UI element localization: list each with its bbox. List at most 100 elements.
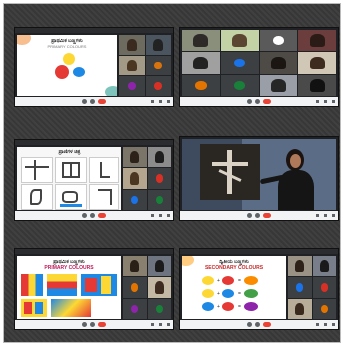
participant-tile[interactable] xyxy=(147,277,171,298)
chat-icon[interactable] xyxy=(324,214,327,217)
participant-tile[interactable] xyxy=(298,74,336,96)
camera-button[interactable] xyxy=(90,99,95,104)
activities-icon[interactable] xyxy=(332,214,335,217)
activities-icon[interactable] xyxy=(332,323,335,326)
meeting-controls xyxy=(180,320,338,329)
meeting-side-icons xyxy=(151,214,170,217)
participant-tile[interactable] xyxy=(182,30,220,52)
participant-tile[interactable] xyxy=(123,277,147,298)
participant-tile[interactable] xyxy=(312,256,336,277)
presentation-slide: ದ್ವಿತೀಯ ಬಣ್ಣಗಳು SECONDARY COLOURS + = + … xyxy=(182,256,286,319)
mic-button[interactable] xyxy=(247,213,252,218)
end-call-button[interactable] xyxy=(263,99,271,104)
end-call-button[interactable] xyxy=(98,213,106,218)
camera-button[interactable] xyxy=(90,322,95,327)
end-call-button[interactable] xyxy=(263,322,271,327)
activities-icon[interactable] xyxy=(167,323,170,326)
building-image xyxy=(21,299,47,317)
participant-tile[interactable] xyxy=(312,298,336,319)
participant-tile[interactable] xyxy=(288,277,312,298)
meeting-controls xyxy=(15,97,173,106)
meeting-screenshot-6: ದ್ವಿತೀಯ ಬಣ್ಣಗಳು SECONDARY COLOURS + = + … xyxy=(180,249,338,329)
participant-tile[interactable] xyxy=(298,52,336,74)
people-icon[interactable] xyxy=(151,100,154,103)
mic-button[interactable] xyxy=(82,99,87,104)
participant-tile[interactable] xyxy=(220,52,259,74)
participant-tile[interactable] xyxy=(259,74,298,96)
participant-tile[interactable] xyxy=(147,147,171,168)
camera-button[interactable] xyxy=(255,213,260,218)
people-icon[interactable] xyxy=(151,323,154,326)
participant-tile[interactable] xyxy=(147,298,171,319)
participant-tile[interactable] xyxy=(123,298,147,319)
end-call-button[interactable] xyxy=(98,99,106,104)
participant-tile[interactable] xyxy=(119,55,145,76)
camera-button[interactable] xyxy=(255,99,260,104)
activities-icon[interactable] xyxy=(167,100,170,103)
meeting-side-icons xyxy=(316,214,335,217)
mic-button[interactable] xyxy=(247,322,252,327)
end-call-button[interactable] xyxy=(98,322,106,327)
participant-tile[interactable] xyxy=(288,256,312,277)
chat-icon[interactable] xyxy=(324,323,327,326)
participant-tile[interactable] xyxy=(147,168,171,189)
chart-board xyxy=(200,144,260,200)
drawing-card xyxy=(89,184,119,210)
people-icon[interactable] xyxy=(151,214,154,217)
participant-tile[interactable] xyxy=(147,256,171,277)
camera-button[interactable] xyxy=(90,213,95,218)
participant-tile[interactable] xyxy=(312,277,336,298)
people-icon[interactable] xyxy=(316,100,319,103)
participant-tile[interactable] xyxy=(220,74,259,96)
participant-tile[interactable] xyxy=(123,168,147,189)
chat-icon[interactable] xyxy=(324,100,327,103)
participant-tile[interactable] xyxy=(259,52,298,74)
mic-button[interactable] xyxy=(247,99,252,104)
yellow-circle xyxy=(63,53,75,65)
participant-tile[interactable] xyxy=(119,76,145,96)
participant-tile[interactable] xyxy=(123,189,147,210)
participant-tile[interactable] xyxy=(288,298,312,319)
rubiks-cube-image xyxy=(21,274,43,296)
participant-grid xyxy=(123,147,171,210)
participant-tile[interactable] xyxy=(259,30,298,52)
presentation-slide: ಪ್ರಾಥಮಿಕ ಬಣ್ಣಗಳು PRIMARY COLOURS xyxy=(17,256,121,319)
camera-button[interactable] xyxy=(255,322,260,327)
tiles-image xyxy=(47,274,77,296)
participant-tile[interactable] xyxy=(220,30,259,52)
main-video xyxy=(182,139,336,210)
paint-splash-decoration xyxy=(105,86,117,96)
activities-icon[interactable] xyxy=(332,100,335,103)
drawing-card xyxy=(55,157,87,183)
participant-grid xyxy=(288,256,336,319)
activities-icon[interactable] xyxy=(167,214,170,217)
participant-tile[interactable] xyxy=(119,35,145,55)
people-icon[interactable] xyxy=(316,323,319,326)
window-titlebar xyxy=(15,140,173,145)
participant-tile[interactable] xyxy=(182,74,220,96)
teacher-face xyxy=(290,154,301,168)
mic-button[interactable] xyxy=(82,213,87,218)
painting-image xyxy=(51,299,91,317)
people-icon[interactable] xyxy=(316,214,319,217)
drawing-card xyxy=(21,184,53,210)
participant-tile[interactable] xyxy=(298,30,336,52)
participant-tile[interactable] xyxy=(123,147,147,168)
participant-tile[interactable] xyxy=(147,189,171,210)
color-mix-row: + = xyxy=(202,276,272,286)
participant-tile[interactable] xyxy=(145,35,171,55)
participant-tile[interactable] xyxy=(182,52,220,74)
slide-subtitle: SECONDARY COLOURS xyxy=(204,265,264,271)
end-call-button[interactable] xyxy=(263,213,271,218)
participant-tile[interactable] xyxy=(145,76,171,96)
chat-icon[interactable] xyxy=(159,100,162,103)
chat-icon[interactable] xyxy=(159,214,162,217)
drawing-card xyxy=(55,184,87,210)
mic-button[interactable] xyxy=(82,322,87,327)
meeting-controls xyxy=(15,211,173,220)
chat-icon[interactable] xyxy=(159,323,162,326)
slide-subtitle: PRIMARY COLOURS xyxy=(47,44,87,49)
blue-circle xyxy=(73,67,85,77)
participant-tile[interactable] xyxy=(123,256,147,277)
participant-tile[interactable] xyxy=(145,55,171,76)
